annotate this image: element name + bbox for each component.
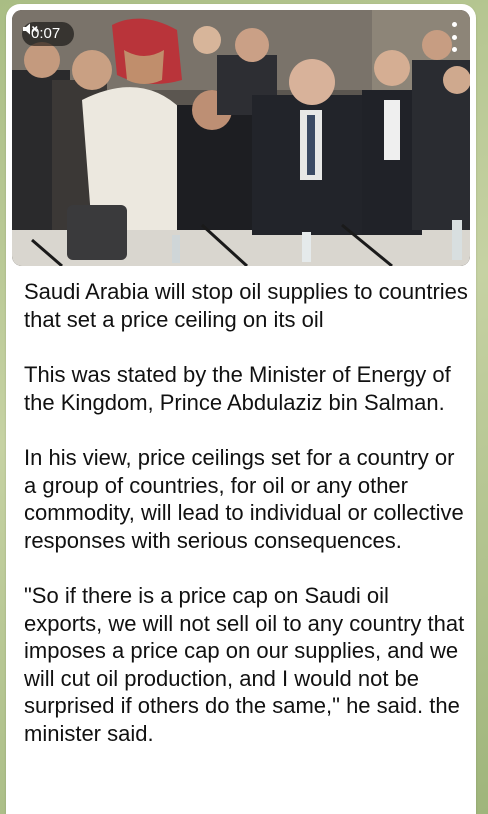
- message-paragraph: "So if there is a price cap on Saudi oil…: [24, 583, 465, 746]
- message-paragraph: This was stated by the Minister of Energ…: [24, 362, 451, 415]
- video-duration-badge[interactable]: 0:07: [22, 22, 75, 46]
- video-frame: [12, 10, 470, 266]
- more-vertical-icon[interactable]: [446, 22, 462, 52]
- message-paragraph: In his view, price ceilings set for a co…: [24, 445, 464, 553]
- message-paragraph: Saudi Arabia will stop oil supplies to c…: [24, 279, 468, 332]
- video-player[interactable]: 0:07: [12, 10, 470, 266]
- message-bubble: 0:07 Saudi Arabia will stop oil supplies…: [6, 4, 476, 814]
- message-text: Saudi Arabia will stop oil supplies to c…: [24, 278, 468, 775]
